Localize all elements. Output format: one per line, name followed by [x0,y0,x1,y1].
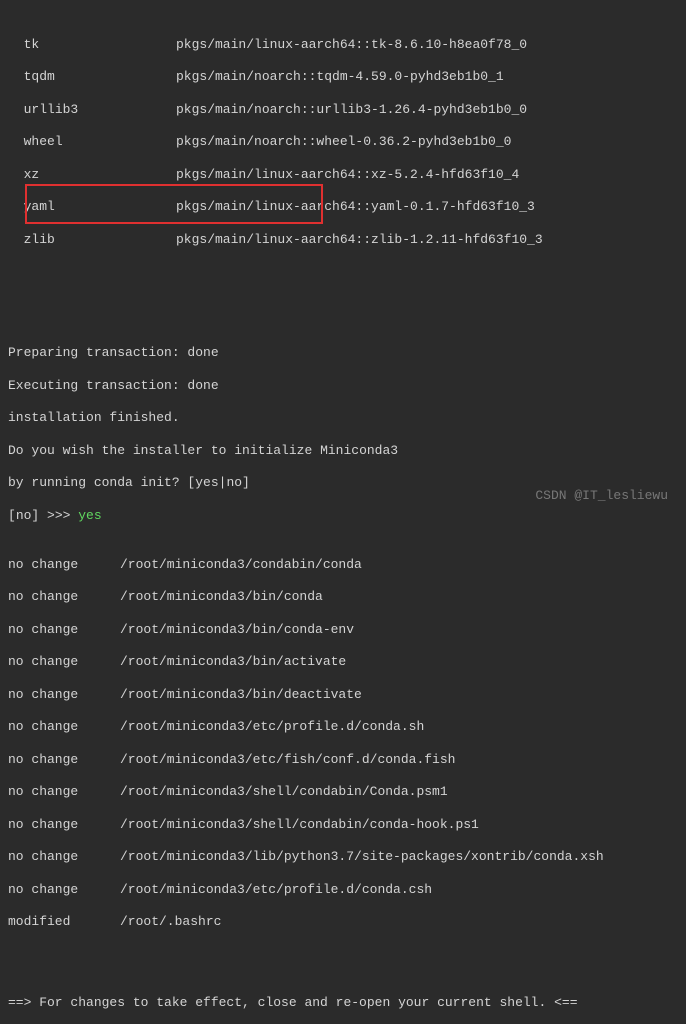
change-row: no change/root/miniconda3/bin/deactivate [8,687,678,703]
pkg-spec: pkgs/main/noarch::urllib3-1.26.4-pyhd3eb… [176,102,527,118]
pkg-spec: pkgs/main/noarch::wheel-0.36.2-pyhd3eb1b… [176,134,511,150]
change-path: /root/miniconda3/bin/activate [120,654,346,670]
pkg-name: yaml [8,199,176,215]
change-path: /root/miniconda3/bin/conda-env [120,622,354,638]
pkg-row: tqdmpkgs/main/noarch::tqdm-4.59.0-pyhd3e… [8,69,678,85]
install-status: installation finished. [8,410,678,426]
pkg-spec: pkgs/main/noarch::tqdm-4.59.0-pyhd3eb1b0… [176,69,504,85]
pkg-row: wheelpkgs/main/noarch::wheel-0.36.2-pyhd… [8,134,678,150]
init-prompt-answer[interactable]: [no] >>> yes [8,508,678,524]
package-list: tkpkgs/main/linux-aarch64::tk-8.6.10-h8e… [8,20,678,264]
change-label: no change [8,882,120,898]
terminal-output: tkpkgs/main/linux-aarch64::tk-8.6.10-h8e… [8,4,678,1024]
change-label: modified [8,914,120,930]
change-label: no change [8,849,120,865]
change-row: no change/root/miniconda3/condabin/conda [8,557,678,573]
pkg-row: urllib3pkgs/main/noarch::urllib3-1.26.4-… [8,102,678,118]
change-row: no change/root/miniconda3/shell/condabin… [8,817,678,833]
change-path: /root/.bashrc [120,914,221,930]
pkg-row: yamlpkgs/main/linux-aarch64::yaml-0.1.7-… [8,199,678,215]
pkg-spec: pkgs/main/linux-aarch64::tk-8.6.10-h8ea0… [176,37,527,53]
change-path: /root/miniconda3/shell/condabin/Conda.ps… [120,784,448,800]
change-path: /root/miniconda3/etc/profile.d/conda.sh [120,719,424,735]
change-row: no change/root/miniconda3/etc/profile.d/… [8,882,678,898]
change-path: /root/miniconda3/condabin/conda [120,557,362,573]
pkg-row: tkpkgs/main/linux-aarch64::tk-8.6.10-h8e… [8,37,678,53]
pkg-spec: pkgs/main/linux-aarch64::zlib-1.2.11-hfd… [176,232,543,248]
pkg-name: urllib3 [8,102,176,118]
change-label: no change [8,589,120,605]
change-path: /root/miniconda3/etc/profile.d/conda.csh [120,882,432,898]
change-path: /root/miniconda3/shell/condabin/conda-ho… [120,817,479,833]
change-label: no change [8,654,120,670]
pkg-name: zlib [8,232,176,248]
effect-notice: ==> For changes to take effect, close an… [8,995,678,1011]
init-prompt-line2: by running conda init? [yes|no] [8,475,678,491]
change-row: no change/root/miniconda3/etc/fish/conf.… [8,752,678,768]
execute-status: Executing transaction: done [8,378,678,394]
change-path: /root/miniconda3/bin/conda [120,589,323,605]
change-row: no change/root/miniconda3/bin/conda-env [8,622,678,638]
user-input-yes: yes [78,508,101,523]
pkg-spec: pkgs/main/linux-aarch64::yaml-0.1.7-hfd6… [176,199,535,215]
pkg-name: xz [8,167,176,183]
pkg-spec: pkgs/main/linux-aarch64::xz-5.2.4-hfd63f… [176,167,519,183]
change-row: no change/root/miniconda3/bin/conda [8,589,678,605]
change-label: no change [8,817,120,833]
change-row: no change/root/miniconda3/lib/python3.7/… [8,849,678,865]
pkg-name: tk [8,37,176,53]
change-label: no change [8,719,120,735]
pkg-row: xzpkgs/main/linux-aarch64::xz-5.2.4-hfd6… [8,167,678,183]
change-row: no change/root/miniconda3/shell/condabin… [8,784,678,800]
change-label: no change [8,752,120,768]
change-label: no change [8,687,120,703]
change-row: no change/root/miniconda3/bin/activate [8,654,678,670]
change-label: no change [8,784,120,800]
change-row: no change/root/miniconda3/etc/profile.d/… [8,719,678,735]
pkg-name: wheel [8,134,176,150]
init-prompt-line1: Do you wish the installer to initialize … [8,443,678,459]
change-row: modified/root/.bashrc [8,914,678,930]
change-path: /root/miniconda3/bin/deactivate [120,687,362,703]
change-path: /root/miniconda3/lib/python3.7/site-pack… [120,849,604,865]
prepare-status: Preparing transaction: done [8,345,678,361]
change-label: no change [8,622,120,638]
pkg-name: tqdm [8,69,176,85]
pkg-row: zlibpkgs/main/linux-aarch64::zlib-1.2.11… [8,232,678,248]
change-path: /root/miniconda3/etc/fish/conf.d/conda.f… [120,752,455,768]
change-label: no change [8,557,120,573]
changes-list: no change/root/miniconda3/condabin/conda… [8,540,678,946]
